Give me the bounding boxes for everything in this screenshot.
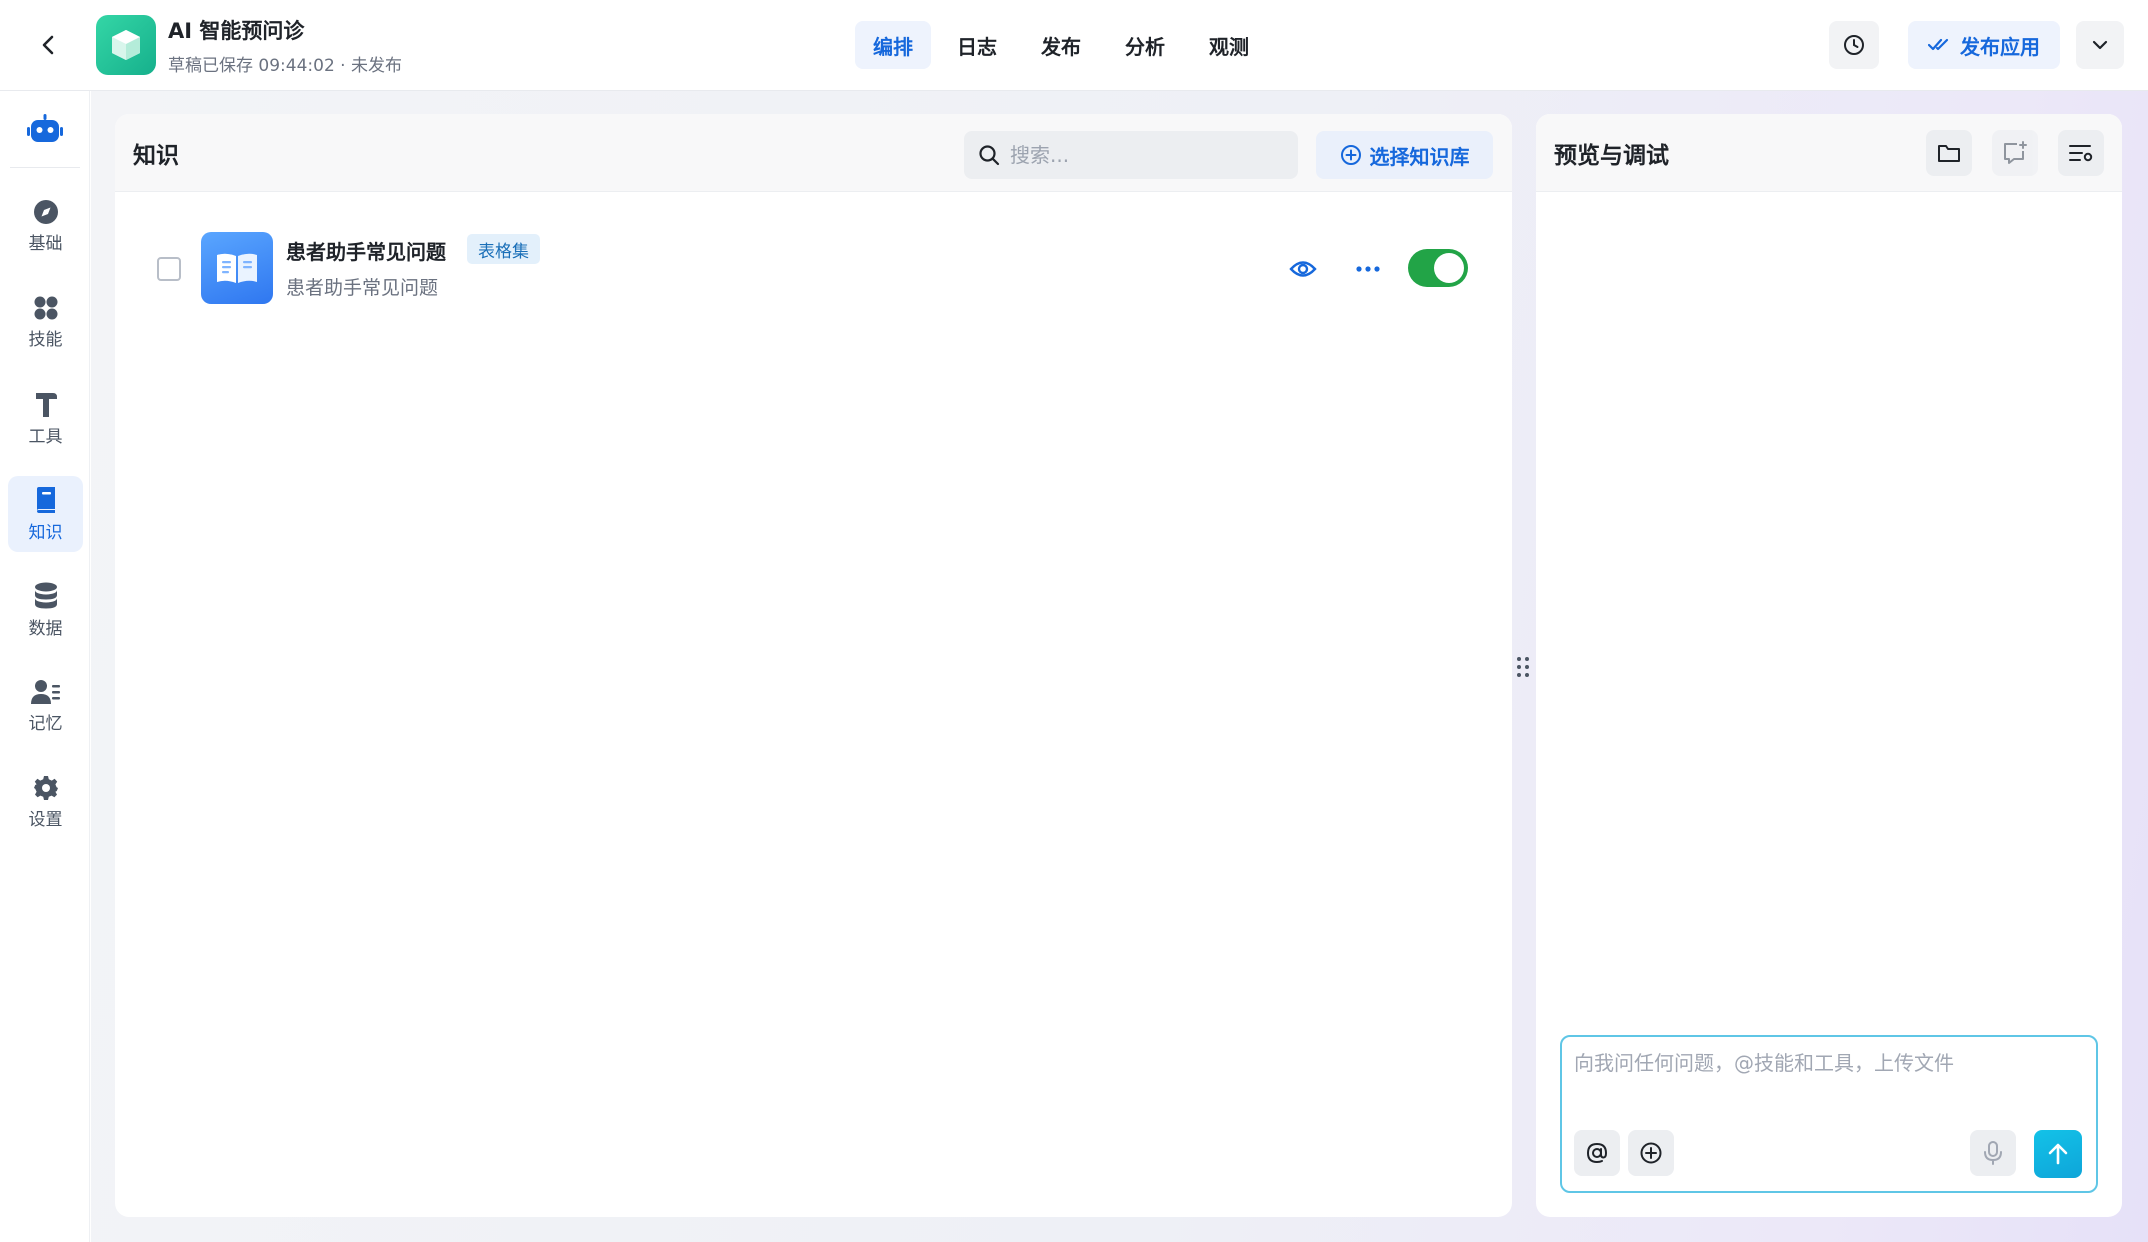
publish-options-button[interactable] — [2076, 21, 2124, 69]
back-button[interactable] — [30, 26, 68, 64]
toggle-knob — [1434, 253, 1464, 283]
sidebar-item-label: 记忆 — [28, 713, 63, 734]
panel-resize-handle[interactable] — [1516, 654, 1530, 680]
new-chat-button[interactable] — [1992, 130, 2038, 176]
clock-icon — [1844, 35, 1864, 55]
knowledge-item-title: 患者助手常见问题 — [286, 240, 446, 264]
sidebar-item-label: 数据 — [28, 618, 63, 639]
sidebar-item-label: 技能 — [28, 329, 63, 350]
knowledge-panel-header: 知识 选择知识库 — [115, 114, 1512, 192]
app-name: AI 智能预问诊 — [168, 19, 305, 43]
history-button[interactable] — [1829, 21, 1879, 69]
sidebar-item-skills[interactable]: 技能 — [8, 284, 83, 360]
knowledge-search[interactable] — [964, 131, 1298, 179]
open-book-icon — [217, 253, 257, 283]
tab-observe[interactable]: 观测 — [1191, 21, 1267, 69]
folder-icon — [1938, 145, 1960, 162]
chevron-down-icon — [2092, 40, 2108, 50]
knowledge-item-description: 患者助手常见问题 — [286, 277, 439, 299]
eye-icon — [1289, 261, 1317, 277]
gear-icon — [33, 775, 58, 800]
publish-app-button[interactable]: 发布应用 — [1908, 21, 2060, 69]
new-chat-icon — [2004, 141, 2027, 164]
knowledge-item-more-button[interactable] — [1352, 253, 1384, 285]
choose-knowledge-base-label: 选择知识库 — [1369, 144, 1470, 169]
app-save-status: 草稿已保存 09:44:02 · 未发布 — [168, 56, 402, 76]
robot-icon — [26, 111, 64, 149]
knowledge-panel: 知识 选择知识库 患者助手常见问题 表格集 患者助手常见问题 — [115, 114, 1512, 1217]
conversation-folder-button[interactable] — [1926, 130, 1972, 176]
search-input[interactable] — [1010, 143, 1270, 167]
app-logo — [96, 15, 156, 75]
top-bar: AI 智能预问诊 草稿已保存 09:44:02 · 未发布 编排 日志 发布 分… — [0, 0, 2148, 91]
knowledge-item-toggle[interactable] — [1408, 249, 1468, 287]
more-horizontal-icon — [1356, 266, 1380, 272]
sidebar-item-label: 知识 — [28, 522, 63, 543]
sidebar-item-label: 基础 — [28, 233, 63, 254]
send-button[interactable] — [2034, 1130, 2082, 1178]
knowledge-panel-title: 知识 — [133, 143, 179, 169]
cube-icon — [112, 30, 140, 60]
sidebar-item-data[interactable]: 数据 — [8, 572, 83, 648]
mic-icon — [1984, 1141, 2002, 1165]
sidebar-item-settings[interactable]: 设置 — [8, 764, 83, 840]
knowledge-item-tag: 表格集 — [467, 234, 540, 264]
sidebar-item-knowledge[interactable]: 知识 — [8, 476, 83, 552]
mention-button[interactable] — [1574, 1130, 1620, 1176]
sidebar-item-memory[interactable]: 记忆 — [8, 668, 83, 744]
sidebar-item-basic[interactable]: 基础 — [8, 188, 83, 264]
tab-logs[interactable]: 日志 — [939, 21, 1015, 69]
publish-app-label: 发布应用 — [1960, 34, 2040, 59]
plus-circle-icon — [1340, 145, 1361, 165]
preview-panel: 预览与调试 — [1536, 114, 2122, 1217]
sidebar-item-tools[interactable]: 工具 — [8, 380, 83, 456]
plus-circle-icon — [1640, 1142, 1662, 1164]
hammer-icon — [35, 392, 57, 417]
knowledge-item-icon — [201, 232, 273, 304]
chat-input-box — [1560, 1035, 2098, 1193]
knowledge-item-preview-button[interactable] — [1287, 253, 1319, 285]
arrow-up-icon — [2048, 1143, 2068, 1165]
tab-publish[interactable]: 发布 — [1023, 21, 1099, 69]
sidebar-item-label: 工具 — [28, 426, 63, 447]
at-icon — [1586, 1142, 1608, 1164]
book-icon — [36, 486, 55, 513]
search-icon — [979, 145, 1000, 166]
tab-orchestrate[interactable]: 编排 — [855, 21, 931, 69]
choose-knowledge-base-button[interactable]: 选择知识库 — [1316, 131, 1493, 179]
nav-tabs: 编排 日志 发布 分析 观测 — [855, 21, 1267, 69]
tab-analytics[interactable]: 分析 — [1107, 21, 1183, 69]
sidebar-divider — [10, 167, 80, 168]
settings-list-icon — [2069, 145, 2093, 162]
chat-input[interactable] — [1574, 1047, 2084, 1117]
knowledge-item-checkbox[interactable] — [157, 257, 181, 281]
double-check-icon — [1928, 38, 1949, 51]
left-sidebar: 基础 技能 工具 知识 数据 记忆 设置 — [0, 91, 90, 1242]
voice-input-button[interactable] — [1970, 1130, 2016, 1176]
compass-icon — [33, 199, 58, 224]
chevron-left-icon — [42, 35, 54, 55]
database-icon — [34, 582, 57, 608]
sidebar-item-label: 设置 — [28, 809, 63, 830]
debug-settings-button[interactable] — [2058, 130, 2104, 176]
user-memory-icon — [30, 679, 60, 704]
preview-panel-header: 预览与调试 — [1536, 114, 2122, 192]
preview-panel-title: 预览与调试 — [1554, 143, 1669, 169]
attach-button[interactable] — [1628, 1130, 1674, 1176]
grid-icon — [34, 296, 57, 319]
